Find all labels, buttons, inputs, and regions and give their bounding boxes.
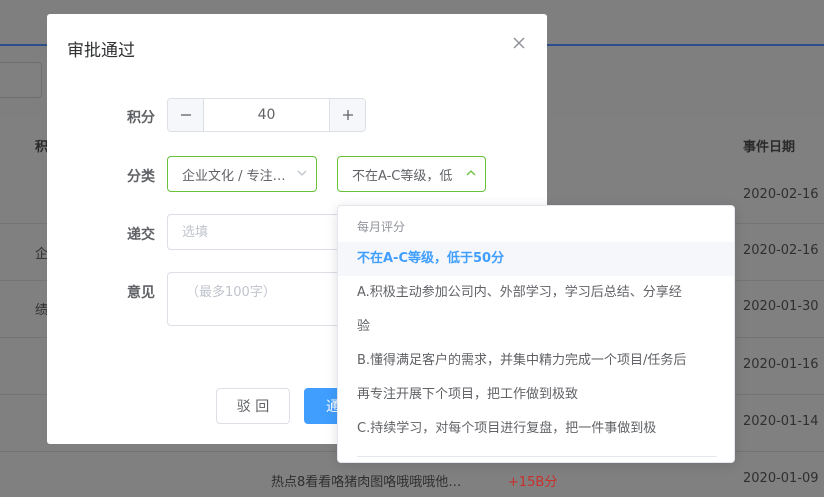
grade-select-value: 不在A-C等级，低 <box>352 169 453 184</box>
dropdown-pointer <box>370 198 384 205</box>
dropdown-divider <box>357 456 717 457</box>
background-search-box <box>0 62 42 98</box>
row-date: 2020-02-16 <box>743 243 819 258</box>
comment-textarea[interactable] <box>167 272 347 326</box>
row-event: 热点8看看咯猪肉图咯哦哦哦他… <box>271 475 462 490</box>
row-date: 2020-01-14 <box>743 414 819 429</box>
category-select[interactable]: 企业文化 / 专注… <box>167 156 317 192</box>
row-date: 2020-02-16 <box>743 187 819 202</box>
category-label: 分类 <box>127 169 155 185</box>
row-date: 2020-01-30 <box>743 299 819 314</box>
option-item[interactable]: A.积极主动参加公司内、外部学习，学习后总结、分享经 <box>338 276 734 310</box>
chevron-up-icon <box>466 170 476 176</box>
close-icon <box>513 37 525 49</box>
decrease-button[interactable] <box>168 99 204 131</box>
grade-select[interactable]: 不在A-C等级，低 <box>337 156 486 192</box>
close-button[interactable] <box>510 34 528 52</box>
minus-icon <box>180 114 191 116</box>
comment-label: 意见 <box>127 285 155 301</box>
points-label: 积分 <box>127 110 155 126</box>
option-item-continuation[interactable]: 验 <box>338 310 734 344</box>
row-points: +15B分 <box>508 475 558 490</box>
plus-icon <box>342 110 353 120</box>
option-item[interactable]: B.懂得满足客户的需求，并集中精力完成一个项目/任务后 <box>338 344 734 378</box>
dialog-title: 审批通过 <box>67 41 135 61</box>
column-header-event-date: 事件日期 <box>743 140 796 155</box>
option-item-selected[interactable]: 不在A-C等级，低于50分 <box>338 242 734 276</box>
chevron-down-icon <box>297 170 307 176</box>
option-group-title: 每月评分 <box>357 220 406 234</box>
submit-label: 递交 <box>127 227 155 243</box>
option-item[interactable]: C.持续学习，对每个项目进行复盘，把一件事做到极 <box>338 412 734 446</box>
points-stepper <box>167 98 366 132</box>
category-select-value: 企业文化 / 专注… <box>182 169 286 184</box>
option-item-continuation[interactable]: 再专注开展下个项目，把工作做到极致 <box>338 378 734 412</box>
increase-button[interactable] <box>329 99 365 131</box>
points-input[interactable] <box>204 99 329 131</box>
grade-dropdown: 每月评分 不在A-C等级，低于50分 A.积极主动参加公司内、外部学习，学习后总… <box>337 205 735 463</box>
submit-input[interactable] <box>167 214 347 250</box>
reject-button[interactable]: 驳 回 <box>216 388 290 424</box>
row-date: 2020-01-16 <box>743 357 819 372</box>
row-date: 2020-01-09 <box>743 471 819 486</box>
